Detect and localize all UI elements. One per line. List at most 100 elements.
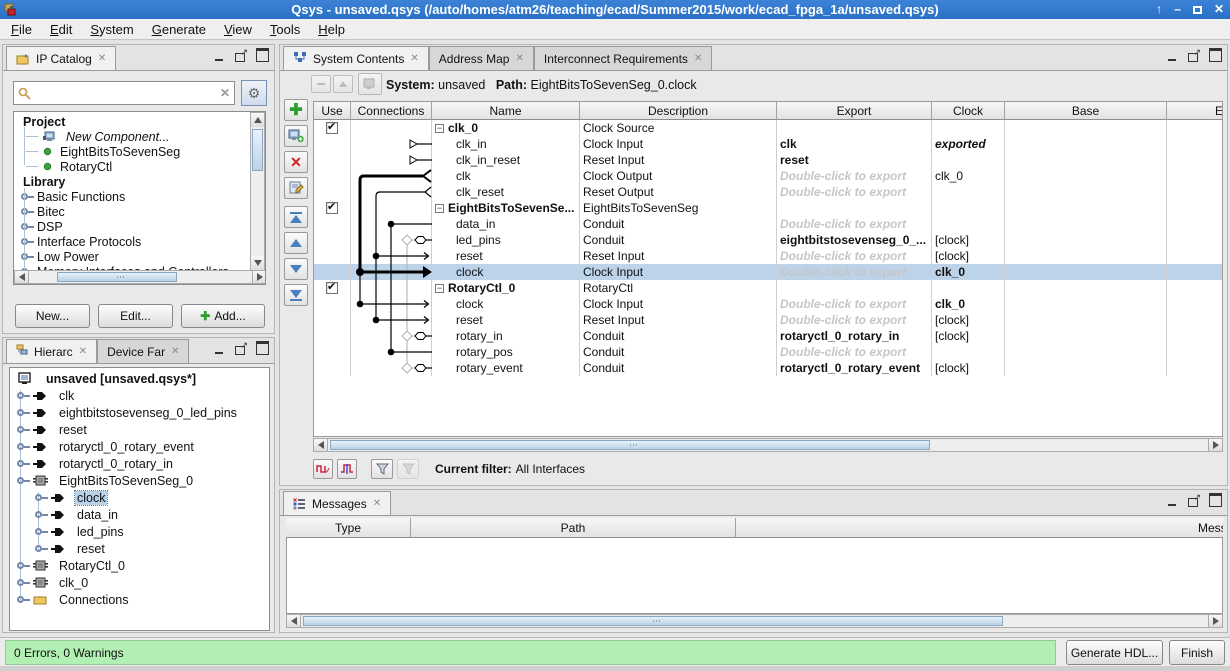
connections-cell[interactable] xyxy=(351,328,432,344)
tree-expander-icon[interactable] xyxy=(35,494,48,501)
table-row-clk[interactable]: clkClock OutputDouble-click to exportclk… xyxy=(314,168,1222,184)
menu-tools[interactable]: Tools xyxy=(261,20,309,39)
move-up-button[interactable] xyxy=(284,232,308,254)
clock-cell[interactable] xyxy=(932,280,1005,296)
filter-button[interactable] xyxy=(371,459,393,479)
connections-cell[interactable] xyxy=(351,200,432,216)
tab-close-icon[interactable]: ✕ xyxy=(410,53,418,64)
add-component-button[interactable]: ✚Add... xyxy=(181,304,265,328)
export-cell[interactable] xyxy=(777,120,932,136)
use-checkbox[interactable] xyxy=(326,282,338,294)
connections-cell[interactable] xyxy=(351,296,432,312)
column-header-use[interactable]: Use xyxy=(314,102,351,120)
tree-expander-icon[interactable] xyxy=(21,253,34,260)
export-cell[interactable]: Double-click to export xyxy=(777,216,932,232)
table-row-reset[interactable]: resetReset InputDouble-click to export[c… xyxy=(314,248,1222,264)
panel-maximize-icon[interactable] xyxy=(256,343,268,355)
add-button[interactable]: ✚ xyxy=(284,99,308,121)
clock-cell[interactable]: clk_0 xyxy=(932,296,1005,312)
export-cell[interactable]: clk xyxy=(777,136,932,152)
name-cell[interactable]: clk xyxy=(432,168,580,184)
panel-minimize-icon[interactable] xyxy=(1167,50,1179,62)
tab-device-far[interactable]: Device Far✕ xyxy=(97,339,189,363)
clock-cell[interactable] xyxy=(932,344,1005,360)
table-row-clk-0[interactable]: −clk_0Clock Source xyxy=(314,120,1222,136)
messages-column-path[interactable]: Path xyxy=(411,518,736,538)
clock-cell[interactable] xyxy=(932,216,1005,232)
panel-maximize-icon[interactable] xyxy=(1209,495,1221,507)
clock-cell[interactable] xyxy=(932,120,1005,136)
export-cell[interactable]: Double-click to export xyxy=(777,264,932,280)
name-cell[interactable]: clk_in_reset xyxy=(432,152,580,168)
table-row-eightbitstosevense[interactable]: −EightBitsToSevenSe...EightBitsToSevenSe… xyxy=(314,200,1222,216)
base-cell[interactable] xyxy=(1005,296,1167,312)
ip-tree-item-library[interactable]: Library xyxy=(16,174,248,189)
tree-expander-icon[interactable] xyxy=(17,477,30,484)
column-header-base[interactable]: Base xyxy=(1005,102,1167,120)
table-row-clk-in-reset[interactable]: clk_in_resetReset Inputreset xyxy=(314,152,1222,168)
connections-cell[interactable] xyxy=(351,344,432,360)
connections-cell[interactable] xyxy=(351,312,432,328)
name-cell[interactable]: rotary_in xyxy=(432,328,580,344)
base-cell[interactable] xyxy=(1005,200,1167,216)
add-system-button[interactable] xyxy=(284,125,308,147)
tree-expander-icon[interactable] xyxy=(17,443,30,450)
hierarchy-item-clk[interactable]: clk xyxy=(12,387,267,404)
export-cell[interactable]: Double-click to export xyxy=(777,344,932,360)
ip-tree-item-eightbitstosevenseg[interactable]: EightBitsToSevenSeg xyxy=(16,144,248,159)
connections-cell[interactable] xyxy=(351,264,432,280)
export-cell[interactable] xyxy=(777,200,932,216)
export-cell[interactable]: reset xyxy=(777,152,932,168)
move-up-disabled-button[interactable] xyxy=(311,75,331,93)
name-cell[interactable]: −EightBitsToSevenSe... xyxy=(432,200,580,216)
base-cell[interactable] xyxy=(1005,328,1167,344)
name-cell[interactable]: led_pins xyxy=(432,232,580,248)
table-row-clock[interactable]: clockClock InputDouble-click to exportcl… xyxy=(314,264,1222,280)
tree-expander-icon[interactable] xyxy=(35,528,48,535)
move-to-top-button[interactable] xyxy=(284,206,308,228)
hierarchy-item-rotaryctl-0[interactable]: RotaryCtl_0 xyxy=(12,557,267,574)
tab-system-contents[interactable]: System Contents✕ xyxy=(283,46,429,70)
hierarchy-item-reset[interactable]: reset xyxy=(12,421,267,438)
export-cell[interactable]: eightbitstosevenseg_0_... xyxy=(777,232,932,248)
panel-maximize-icon[interactable] xyxy=(1209,50,1221,62)
move-down-disabled-button[interactable] xyxy=(333,75,353,93)
search-input[interactable] xyxy=(31,86,220,100)
export-cell[interactable] xyxy=(777,280,932,296)
ip-tree-item-bitec[interactable]: Bitec xyxy=(16,204,248,219)
table-row-clk-reset[interactable]: clk_resetReset OutputDouble-click to exp… xyxy=(314,184,1222,200)
export-cell[interactable]: rotaryctl_0_rotary_event xyxy=(777,360,932,376)
export-cell[interactable]: Double-click to export xyxy=(777,248,932,264)
clock-cell[interactable]: [clock] xyxy=(932,360,1005,376)
finish-button[interactable]: Finish xyxy=(1169,640,1225,665)
name-cell[interactable]: rotary_pos xyxy=(432,344,580,360)
ip-tree-hscrollbar[interactable] xyxy=(14,270,266,284)
tab-close-icon[interactable]: ✕ xyxy=(515,53,523,64)
table-row-rotary-event[interactable]: rotary_eventConduitrotaryctl_0_rotary_ev… xyxy=(314,360,1222,376)
base-cell[interactable] xyxy=(1005,168,1167,184)
show-clock-crossing-button[interactable] xyxy=(313,459,333,479)
hierarchy-item-rotaryctl-0-rotary-event[interactable]: rotaryctl_0_rotary_event xyxy=(12,438,267,455)
clock-cell[interactable] xyxy=(932,200,1005,216)
move-down-button[interactable] xyxy=(284,258,308,280)
tree-expander-icon[interactable] xyxy=(21,193,34,200)
panel-minimize-icon[interactable] xyxy=(214,50,226,62)
window-minimize-button[interactable]: – xyxy=(1174,0,1181,19)
clock-cell[interactable]: [clock] xyxy=(932,312,1005,328)
menu-view[interactable]: View xyxy=(215,20,261,39)
connections-cell[interactable] xyxy=(351,280,432,296)
window-restore-button[interactable] xyxy=(1193,6,1202,14)
tree-expander-icon[interactable] xyxy=(17,409,30,416)
remove-button[interactable]: ✕ xyxy=(284,151,308,173)
name-cell[interactable]: −RotaryCtl_0 xyxy=(432,280,580,296)
export-cell[interactable]: rotaryctl_0_rotary_in xyxy=(777,328,932,344)
name-cell[interactable]: rotary_event xyxy=(432,360,580,376)
base-cell[interactable] xyxy=(1005,344,1167,360)
menu-system[interactable]: System xyxy=(81,20,142,39)
panel-float-icon[interactable] xyxy=(1188,495,1200,507)
window-close-button[interactable]: ✕ xyxy=(1214,0,1224,19)
table-row-led-pins[interactable]: led_pinsConduiteightbitstosevenseg_0_...… xyxy=(314,232,1222,248)
table-row-clk-in[interactable]: clk_inClock Inputclkexported xyxy=(314,136,1222,152)
collapse-icon[interactable]: − xyxy=(435,204,444,213)
ip-settings-button[interactable]: ⚙ xyxy=(241,80,267,106)
